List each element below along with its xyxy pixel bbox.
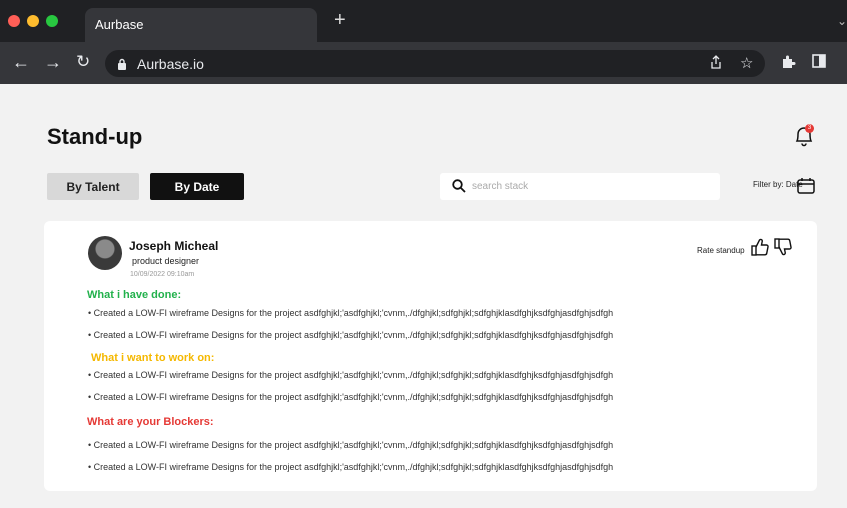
share-icon[interactable] [710,55,722,74]
standup-card: Joseph Micheal product designer 10/09/20… [44,221,817,491]
maximize-window-button[interactable] [46,15,58,27]
notification-badge: 3 [805,124,814,133]
by-talent-button[interactable]: By Talent [47,173,139,200]
user-name: Joseph Micheal [129,239,219,253]
search-input[interactable] [472,177,712,196]
side-panel-icon[interactable] [812,54,826,72]
list-item: • Created a LOW-FI wireframe Designs for… [88,462,614,472]
list-item: • Created a LOW-FI wireframe Designs for… [88,370,614,380]
rate-standup-label: Rate standup [697,246,745,255]
tab-search-chevron-icon[interactable]: ⌄ [837,14,847,28]
thumbs-up-icon[interactable] [751,238,769,261]
standup-timestamp: 10/09/2022 09:10am [130,271,195,278]
forward-icon[interactable]: → [44,53,62,71]
browser-tab-bar: Aurbase + ⌄ [0,0,847,42]
filter-label: Filter by: Date [753,180,803,189]
bookmark-star-icon[interactable]: ☆ [740,54,753,72]
url-text: Aurbase.io [137,56,204,72]
browser-tab[interactable]: Aurbase [85,8,317,42]
list-item: • Created a LOW-FI wireframe Designs for… [88,440,614,450]
avatar [88,236,122,270]
section-title-done: What i have done: [87,289,182,301]
lock-icon [117,57,127,75]
list-item: • Created a LOW-FI wireframe Designs for… [88,308,614,318]
search-box [440,173,720,200]
thumbs-down-icon[interactable] [774,238,792,261]
list-item: • Created a LOW-FI wireframe Designs for… [88,330,614,340]
search-icon [452,179,466,198]
section-title-want: What i want to work on: [91,352,215,364]
browser-toolbar: ← → ↻ Aurbase.io ☆ [0,42,847,84]
tab-title: Aurbase [95,17,144,32]
reload-icon[interactable]: ↻ [76,53,90,71]
address-bar[interactable]: Aurbase.io ☆ [105,50,765,77]
extensions-icon[interactable] [781,54,797,74]
calendar-icon[interactable] [797,177,815,199]
page-title: Stand-up [47,124,143,149]
list-item: • Created a LOW-FI wireframe Designs for… [88,392,614,402]
close-window-button[interactable] [8,15,20,27]
new-tab-button[interactable]: + [334,10,346,30]
user-role: product designer [132,256,200,266]
minimize-window-button[interactable] [27,15,39,27]
by-date-button[interactable]: By Date [150,173,244,200]
back-icon[interactable]: ← [12,53,30,71]
section-title-blockers: What are your Blockers: [87,416,214,428]
